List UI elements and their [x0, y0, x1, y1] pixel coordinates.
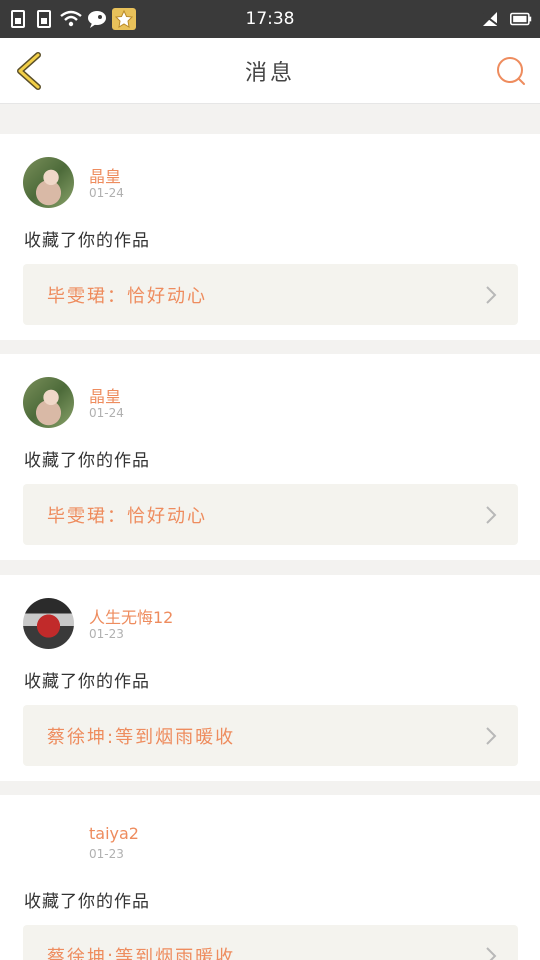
work-link[interactable]: 毕雯珺：恰好动心 — [23, 484, 518, 545]
page-title: 消息 — [244, 60, 295, 86]
message-time: 01-24 — [89, 186, 124, 200]
app-badge-icon — [112, 8, 136, 30]
chevron-right-icon — [486, 727, 497, 745]
avatar[interactable] — [23, 818, 74, 869]
search-icon — [497, 57, 525, 85]
sim-icon — [8, 8, 30, 30]
message-time: 01-23 — [89, 847, 124, 861]
chevron-right-icon — [486, 286, 497, 304]
chevron-right-icon — [486, 947, 497, 960]
status-right-icons — [480, 8, 532, 30]
status-left-icons — [8, 8, 136, 30]
user-name[interactable]: 晶皇 — [89, 163, 121, 187]
battery-icon — [510, 8, 532, 30]
chevron-right-icon — [486, 506, 497, 524]
work-title: 蔡徐坤:等到烟雨暖收 — [47, 946, 236, 960]
message-time: 01-23 — [89, 627, 124, 641]
search-button[interactable] — [496, 56, 526, 86]
status-bar: 17:38 — [0, 0, 540, 38]
avatar[interactable] — [23, 377, 74, 428]
work-link[interactable]: 毕雯珺：恰好动心 — [23, 264, 518, 325]
message-icon — [86, 8, 108, 30]
avatar[interactable] — [23, 157, 74, 208]
message-card: 人生无悔12 01-23 收藏了你的作品 蔡徐坤:等到烟雨暖收 — [0, 575, 540, 781]
avatar[interactable] — [23, 598, 74, 649]
work-title: 蔡徐坤:等到烟雨暖收 — [47, 726, 236, 748]
user-name[interactable]: 晶皇 — [89, 383, 121, 407]
action-text: 收藏了你的作品 — [24, 892, 150, 912]
message-card: taiya2 01-23 收藏了你的作品 蔡徐坤:等到烟雨暖收 — [0, 795, 540, 960]
action-text: 收藏了你的作品 — [24, 451, 150, 471]
user-name[interactable]: 人生无悔12 — [89, 604, 173, 628]
no-signal-icon — [480, 8, 502, 30]
wifi-icon — [60, 8, 82, 30]
action-text: 收藏了你的作品 — [24, 231, 150, 251]
work-title: 毕雯珺：恰好动心 — [47, 285, 207, 307]
work-title: 毕雯珺：恰好动心 — [47, 505, 207, 527]
message-card: 晶皇 01-24 收藏了你的作品 毕雯珺：恰好动心 — [0, 134, 540, 340]
message-card: 晶皇 01-24 收藏了你的作品 毕雯珺：恰好动心 — [0, 354, 540, 560]
action-text: 收藏了你的作品 — [24, 672, 150, 692]
sim-icon — [34, 8, 56, 30]
work-link[interactable]: 蔡徐坤:等到烟雨暖收 — [23, 925, 518, 960]
back-button[interactable] — [14, 52, 44, 90]
nav-bar: 消息 — [0, 38, 540, 104]
work-link[interactable]: 蔡徐坤:等到烟雨暖收 — [23, 705, 518, 766]
message-time: 01-24 — [89, 406, 124, 420]
chevron-left-icon — [17, 52, 41, 90]
user-name[interactable]: taiya2 — [89, 824, 139, 843]
